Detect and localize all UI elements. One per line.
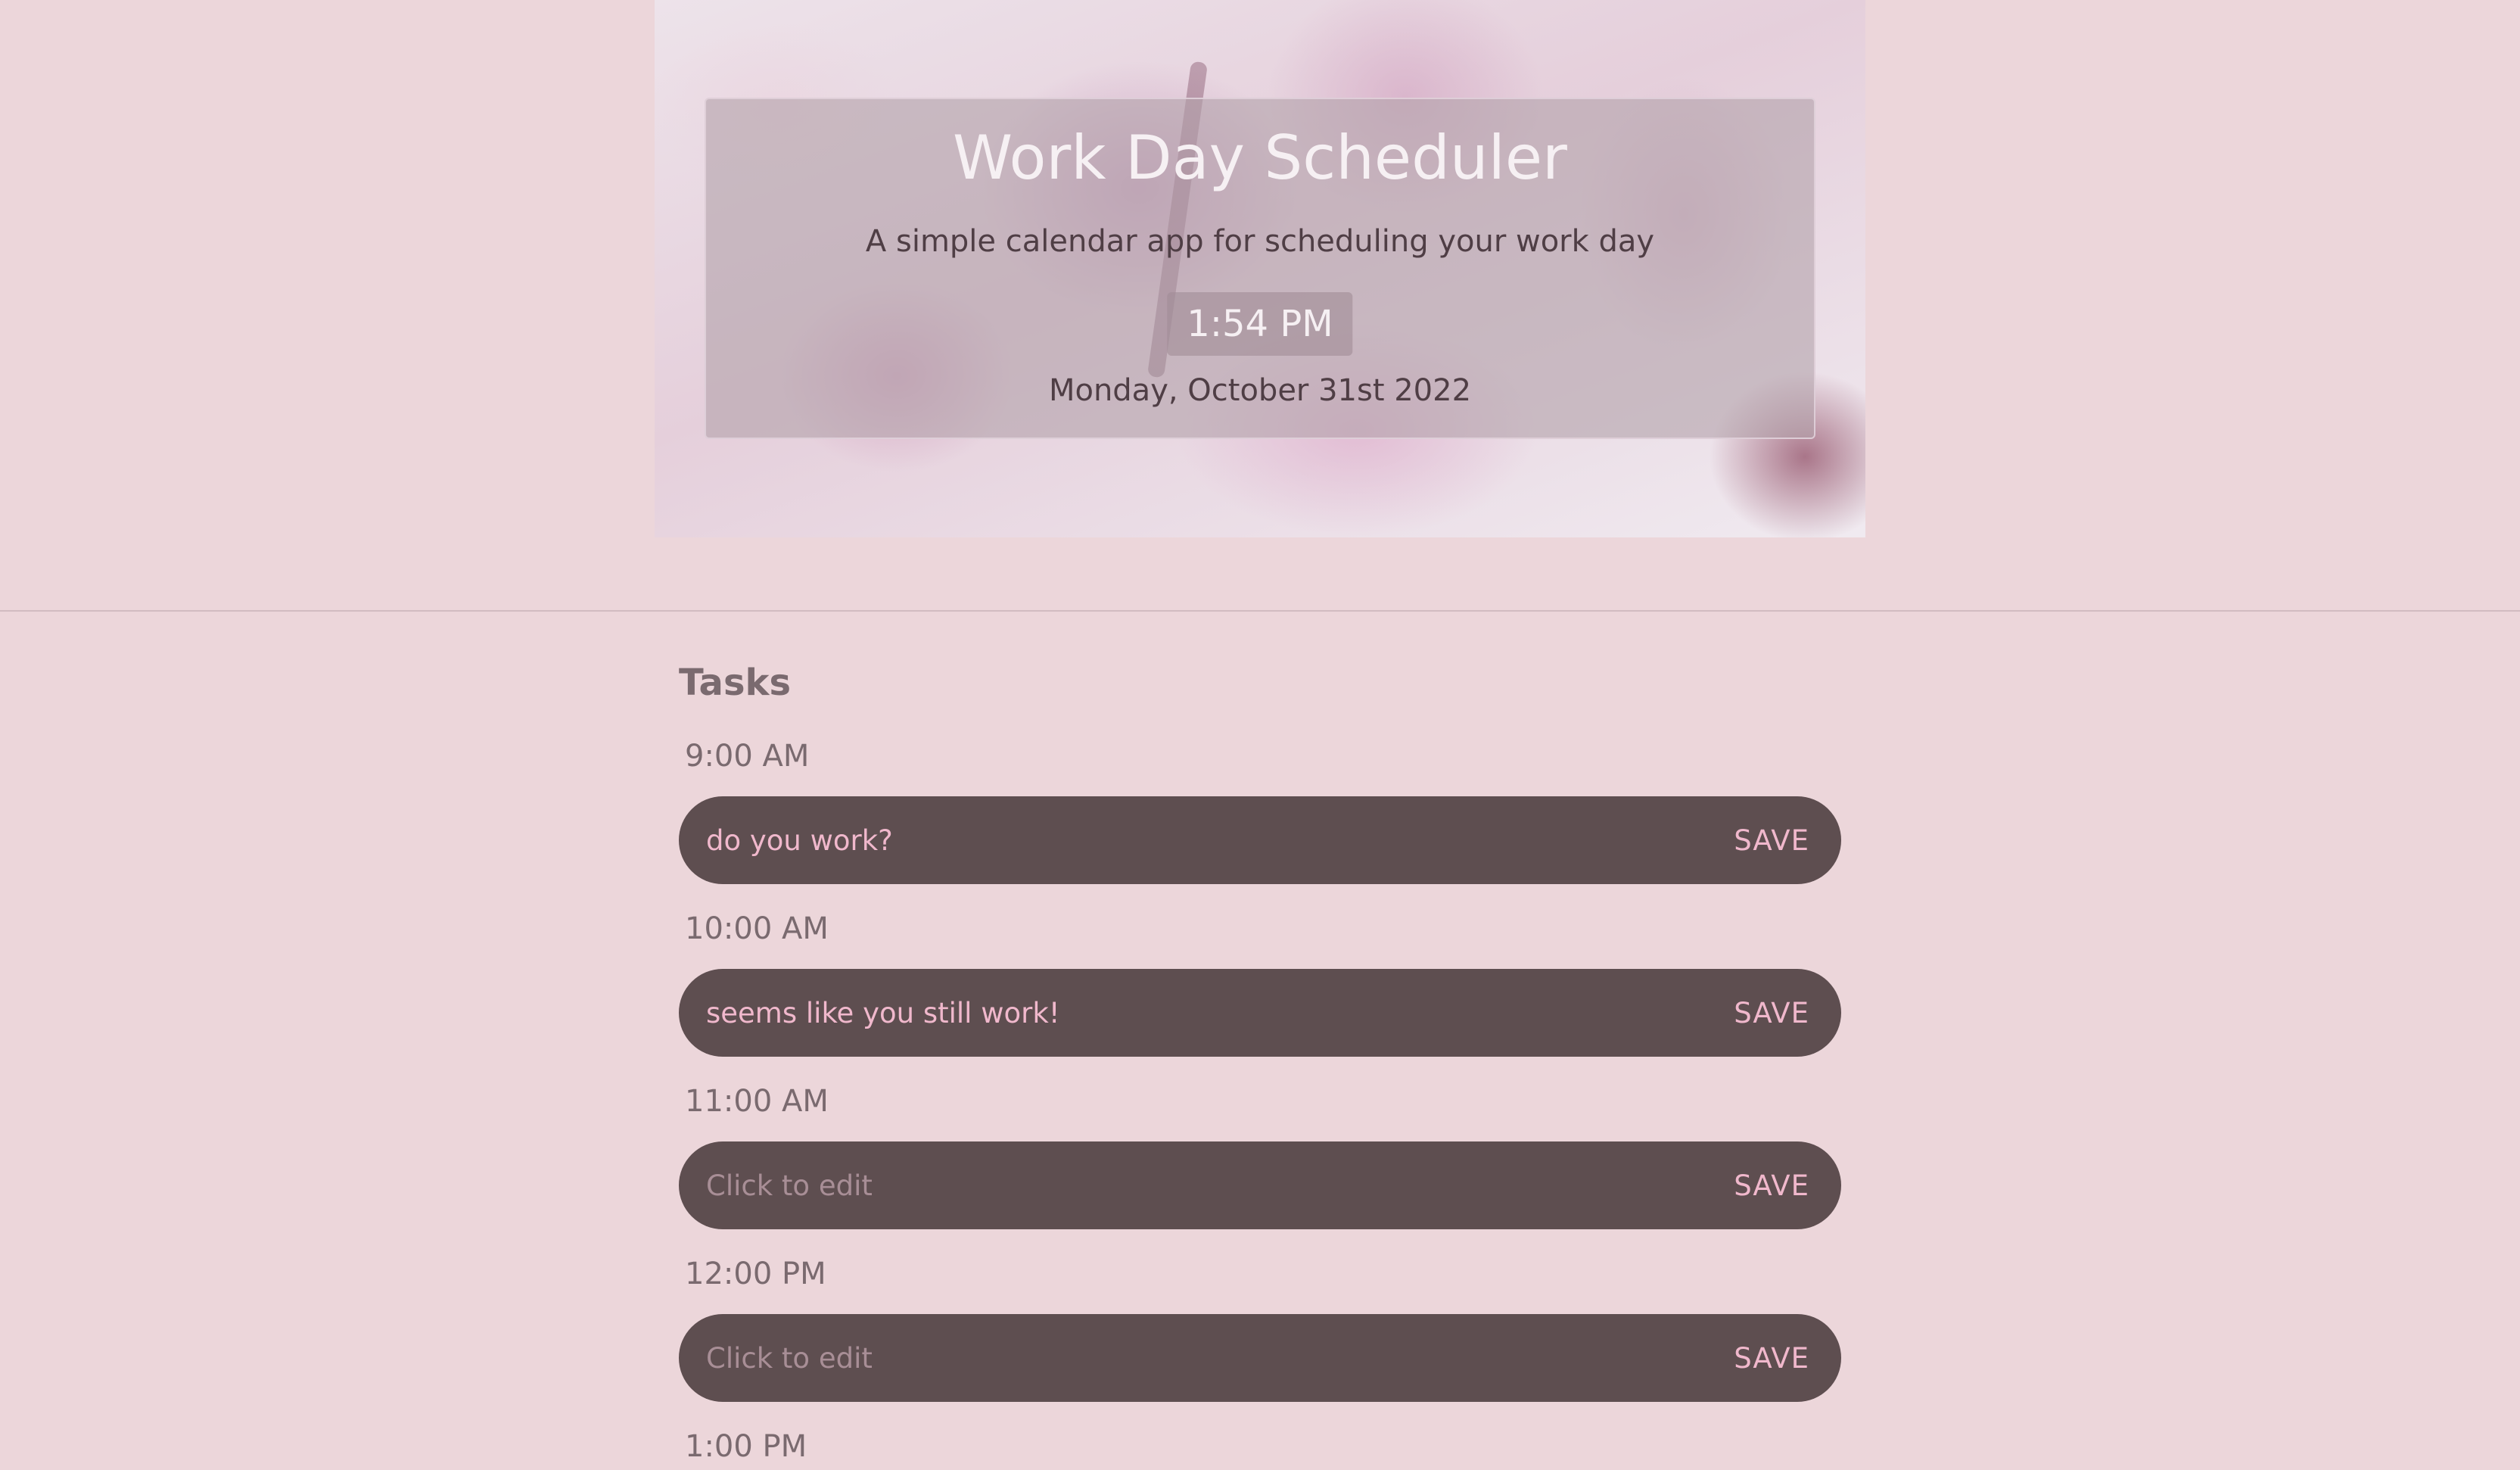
time-block-bar: SAVE (679, 1314, 1841, 1402)
header-hero: Work Day Scheduler A simple calendar app… (655, 0, 1865, 537)
save-button[interactable]: SAVE (1734, 1342, 1809, 1375)
time-block: 1:00 PM (679, 1423, 1841, 1470)
time-block-bar: SAVE (679, 1141, 1841, 1229)
save-button[interactable]: SAVE (1734, 1169, 1809, 1202)
time-block-bar: SAVE (679, 796, 1841, 884)
header-card: Work Day Scheduler A simple calendar app… (705, 98, 1815, 439)
section-divider (0, 610, 2520, 612)
page-title: Work Day Scheduler (953, 123, 1567, 193)
time-block-label: 10:00 AM (685, 911, 829, 946)
time-block: 9:00 AM SAVE (679, 733, 1841, 884)
time-block: 10:00 AM SAVE (679, 905, 1841, 1057)
tasks-heading: Tasks (679, 662, 792, 704)
page-subtitle: A simple calendar app for scheduling you… (865, 224, 1655, 259)
time-block-label: 11:00 AM (685, 1084, 829, 1119)
save-button[interactable]: SAVE (1734, 824, 1809, 857)
task-input[interactable] (706, 996, 1734, 1029)
task-input[interactable] (706, 1169, 1734, 1202)
time-block: 12:00 PM SAVE (679, 1250, 1841, 1402)
current-time: 1:54 PM (1167, 292, 1353, 356)
current-date: Monday, October 31st 2022 (1048, 373, 1472, 408)
time-block-label: 1:00 PM (685, 1429, 807, 1464)
time-block: 11:00 AM SAVE (679, 1078, 1841, 1229)
save-button[interactable]: SAVE (1734, 997, 1809, 1029)
time-block-label: 9:00 AM (685, 739, 810, 774)
time-block-label: 12:00 PM (685, 1257, 826, 1291)
task-input[interactable] (706, 824, 1734, 857)
task-input[interactable] (706, 1341, 1734, 1375)
time-block-bar: SAVE (679, 969, 1841, 1057)
tasks-section: Tasks 9:00 AM SAVE 10:00 AM SAVE 11:00 A… (679, 651, 1841, 1464)
